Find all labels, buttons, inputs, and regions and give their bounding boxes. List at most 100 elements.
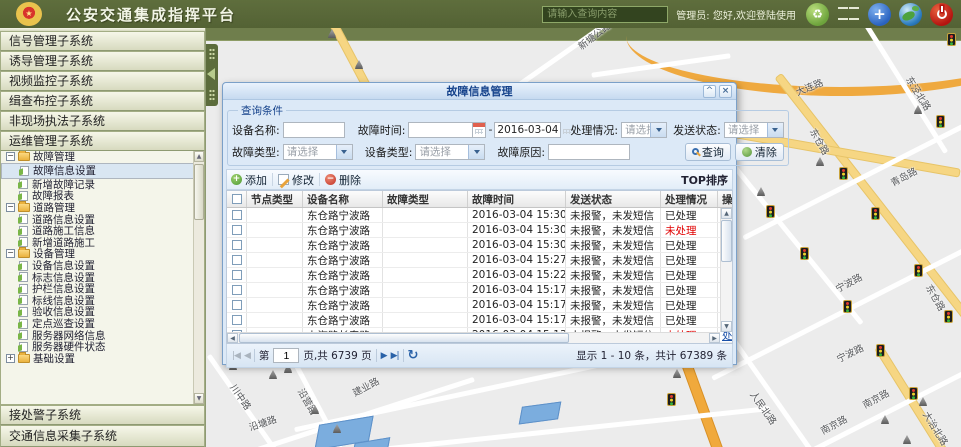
globe-icon[interactable] — [899, 3, 922, 26]
column-header-operation[interactable]: 操作 — [718, 191, 733, 207]
device-type-select[interactable]: 请选择 — [415, 144, 485, 160]
grid-vertical-scrollbar[interactable]: ▲ ▼ — [720, 208, 732, 332]
traffic-light-icon[interactable] — [843, 300, 852, 313]
row-checkbox[interactable] — [232, 210, 242, 220]
first-page-icon[interactable]: |◀ — [232, 351, 240, 361]
traffic-light-icon[interactable] — [914, 264, 923, 277]
column-header-handle-status[interactable]: 处理情况 — [661, 191, 718, 207]
table-row[interactable]: 东仓路宁波路2016-03-04 15:17:01未报警，未发短信已处理处理 — [227, 283, 732, 298]
row-checkbox[interactable] — [232, 255, 242, 265]
camera-icon[interactable] — [673, 369, 681, 378]
row-checkbox[interactable] — [232, 285, 242, 295]
clear-button[interactable]: 清除 — [735, 143, 784, 161]
scroll-down-icon[interactable]: ▼ — [194, 393, 204, 404]
tree-item-server-hardware[interactable]: 服务器硬件状态 — [1, 341, 204, 353]
dialog-close-icon[interactable]: × — [719, 85, 732, 98]
device-name-input[interactable] — [283, 122, 345, 138]
scroll-thumb[interactable] — [239, 333, 569, 343]
scroll-left-icon[interactable]: ◀ — [227, 333, 238, 343]
dialog-collapse-icon[interactable]: ^ — [703, 85, 716, 98]
collapse-toggle-icon[interactable]: − — [6, 249, 15, 258]
calendar-icon[interactable] — [560, 123, 561, 137]
camera-icon[interactable] — [269, 370, 277, 379]
global-search-input[interactable] — [542, 6, 668, 23]
chevron-down-icon[interactable] — [336, 145, 352, 159]
table-row[interactable]: 东仓路宁波路2016-03-04 15:27:00未报警，未发短信已处理处理 — [227, 253, 732, 268]
column-header-send-status[interactable]: 发送状态 — [566, 191, 661, 207]
fault-time-to-field[interactable]: 2016-03-04 — [494, 122, 561, 138]
fault-reason-input[interactable] — [548, 144, 630, 160]
camera-icon[interactable] — [903, 435, 911, 444]
collapse-toggle-icon[interactable]: − — [6, 203, 15, 212]
fault-time-from-field[interactable] — [408, 122, 486, 138]
row-checkbox[interactable] — [232, 240, 242, 250]
column-header-fault-time[interactable]: 故障时间 — [468, 191, 566, 207]
traffic-light-icon[interactable] — [947, 33, 956, 46]
traffic-light-icon[interactable] — [944, 310, 953, 323]
edit-button[interactable]: 修改 — [278, 172, 314, 188]
traffic-light-icon[interactable] — [876, 344, 885, 357]
search-button[interactable]: 查询 — [685, 143, 731, 161]
page-number-input[interactable] — [273, 348, 299, 363]
collapse-toggle-icon[interactable]: − — [6, 152, 15, 161]
traffic-light-icon[interactable] — [800, 247, 809, 260]
table-row[interactable]: 东仓路宁波路2016-03-04 15:30:00未报警，未发短信已处理处理 — [227, 208, 732, 223]
add-icon[interactable]: + — [868, 3, 891, 26]
traffic-light-icon[interactable] — [667, 393, 676, 406]
traffic-light-icon[interactable] — [909, 387, 918, 400]
traffic-light-icon[interactable] — [766, 205, 775, 218]
tree-folder-fault[interactable]: −故障管理 — [1, 151, 204, 163]
dialog-titlebar[interactable]: 故障信息管理 ^ × — [223, 83, 736, 100]
camera-icon[interactable] — [816, 157, 824, 166]
sidebar-item-video[interactable]: 视频监控子系统 — [0, 71, 205, 91]
scroll-up-icon[interactable]: ▲ — [721, 208, 732, 219]
traffic-light-icon[interactable] — [871, 207, 880, 220]
table-row[interactable]: 东仓路宁波路2016-03-04 15:17:01未报警，未发短信已处理处理 — [227, 313, 732, 328]
tree-folder-basic[interactable]: +基础设置 — [1, 353, 204, 365]
table-row[interactable]: 东仓路宁波路2016-03-04 15:30:00未报警，未发短信已处理处理 — [227, 238, 732, 253]
sidebar-item-nonsite[interactable]: 非现场执法子系统 — [0, 111, 205, 131]
scroll-thumb[interactable] — [194, 164, 204, 220]
fault-type-select[interactable]: 请选择 — [283, 144, 353, 160]
tree-item-fault-report[interactable]: 故障报表 — [1, 190, 204, 202]
row-checkbox[interactable] — [232, 270, 242, 280]
scroll-up-icon[interactable]: ▲ — [194, 151, 204, 162]
row-checkbox[interactable] — [232, 300, 242, 310]
camera-icon[interactable] — [919, 397, 927, 406]
send-status-select[interactable]: 请选择 — [724, 122, 784, 138]
handle-status-select[interactable]: 请选择 — [621, 122, 667, 138]
sidebar-item-alarm[interactable]: 接处警子系统 — [0, 405, 205, 425]
last-page-icon[interactable]: ▶| — [391, 351, 399, 361]
select-all-checkbox[interactable] — [232, 194, 242, 204]
sidebar-collapse-handle[interactable] — [206, 44, 218, 106]
sidebar-item-guidance[interactable]: 诱导管理子系统 — [0, 51, 205, 71]
column-header-fault-type[interactable]: 故障类型 — [383, 191, 468, 207]
table-row[interactable]: 东仓路宁波路2016-03-04 15:30:00未报警，未发短信未处理处理 — [227, 223, 732, 238]
traffic-light-icon[interactable] — [936, 115, 945, 128]
grid-horizontal-scrollbar[interactable]: ◀ ▶ — [227, 332, 720, 343]
sidebar-item-operations[interactable]: 运维管理子系统 — [0, 131, 205, 151]
tree-scrollbar[interactable]: ▲ ▼ — [193, 151, 204, 404]
table-row[interactable]: 东仓路宁波路2016-03-04 15:17:01未报警，未发短信已处理处理 — [227, 298, 732, 313]
scroll-down-icon[interactable]: ▼ — [721, 321, 732, 332]
sidebar-item-investigation[interactable]: 缉查布控子系统 — [0, 91, 205, 111]
modules-grid-icon[interactable] — [837, 3, 860, 26]
add-button[interactable]: +添加 — [231, 172, 267, 188]
scroll-thumb[interactable] — [721, 220, 732, 262]
row-checkbox[interactable] — [232, 315, 242, 325]
sidebar-item-traffic-collection[interactable]: 交通信息采集子系统 — [0, 425, 205, 447]
column-header-node-type[interactable]: 节点类型 — [247, 191, 303, 207]
row-checkbox[interactable] — [232, 225, 242, 235]
power-logout-icon[interactable] — [930, 3, 953, 26]
top-sort-button[interactable]: TOP排序 — [681, 172, 728, 188]
delete-button[interactable]: −删除 — [325, 172, 361, 188]
column-header-device-name[interactable]: 设备名称 — [303, 191, 383, 207]
expand-toggle-icon[interactable]: + — [6, 354, 15, 363]
next-page-icon[interactable]: ▶ — [381, 351, 387, 361]
calendar-icon[interactable] — [472, 123, 485, 137]
chevron-down-icon[interactable] — [650, 123, 666, 137]
scroll-right-icon[interactable]: ▶ — [709, 333, 720, 343]
traffic-light-icon[interactable] — [839, 167, 848, 180]
tree-item-add-construction[interactable]: 新增道路施工 — [1, 237, 204, 249]
chevron-down-icon[interactable] — [468, 145, 484, 159]
